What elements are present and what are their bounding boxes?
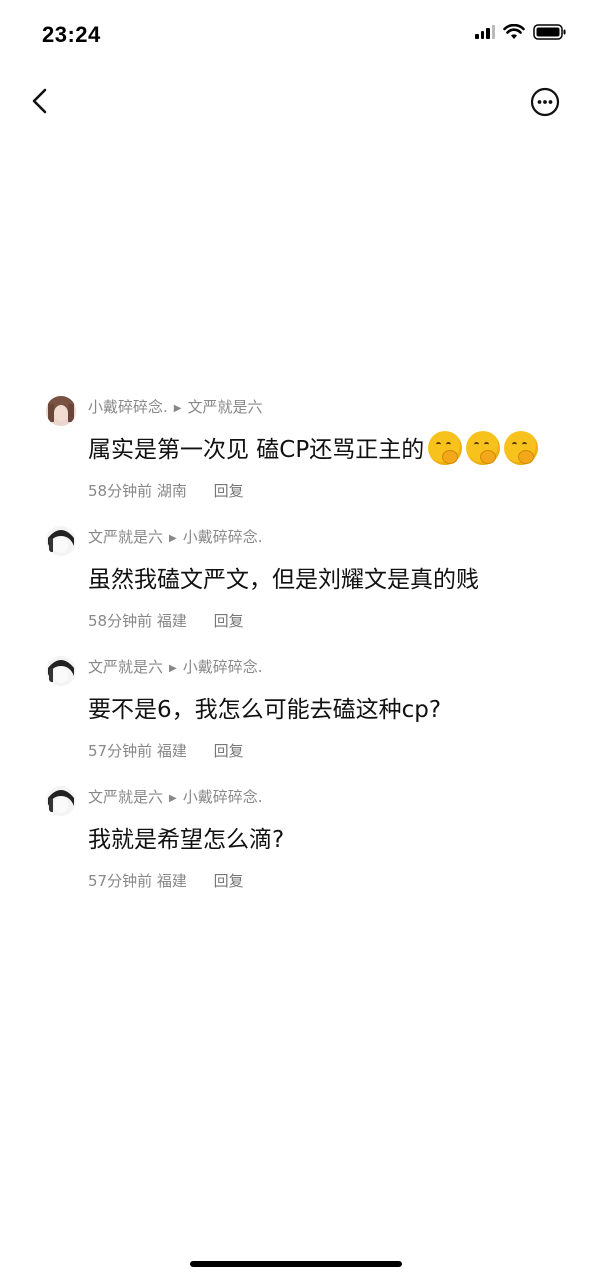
comment-footer: 58分钟前 福建 回复 — [88, 610, 244, 631]
status-bar: 23:24 — [0, 0, 591, 70]
comment-item: 文严就是六 ▶ 小戴碎碎念. 要不是6，我怎么可能去磕这种cp? 57分钟前 福建 … — [0, 652, 591, 782]
comment-meta: 文严就是六 ▶ 小戴碎碎念. — [88, 656, 263, 677]
comment-location: 福建 — [156, 872, 187, 890]
comment-location: 湖南 — [156, 482, 187, 500]
emoji-icon — [466, 430, 501, 465]
home-indicator[interactable] — [190, 1261, 402, 1267]
comment-location: 福建 — [156, 612, 187, 630]
comment-time: 57分钟前 — [88, 742, 153, 760]
comment-text: 虽然我磕文严文，但是刘耀文是真的贱 — [88, 567, 479, 593]
comment-item: 小戴碎碎念. ▶ 文严就是六 属实是第一次见 磕CP还骂正主的 58分钟前 湖南 回… — [0, 392, 591, 522]
emoji-icon — [504, 430, 539, 465]
reply-to-name[interactable]: 小戴碎碎念. — [183, 658, 263, 676]
comment-text: 我就是希望怎么滴? — [88, 827, 285, 853]
battery-icon — [533, 24, 566, 40]
comment-meta: 文严就是六 ▶ 小戴碎碎念. — [88, 526, 263, 547]
author-name[interactable]: 文严就是六 — [88, 528, 163, 546]
comment-list: 小戴碎碎念. ▶ 文严就是六 属实是第一次见 磕CP还骂正主的 58分钟前 湖南 回… — [0, 392, 591, 912]
reply-to-name[interactable]: 文严就是六 — [187, 398, 262, 416]
emoji-icon — [428, 430, 463, 465]
chevron-left-icon — [32, 88, 47, 114]
avatar[interactable] — [46, 786, 76, 816]
comment-meta: 小戴碎碎念. ▶ 文严就是六 — [88, 396, 263, 417]
comment-item: 文严就是六 ▶ 小戴碎碎念. 我就是希望怎么滴? 57分钟前 福建 回复 — [0, 782, 591, 912]
wifi-icon — [503, 24, 525, 39]
comment-footer: 58分钟前 湖南 回复 — [88, 480, 244, 501]
avatar[interactable] — [46, 656, 76, 686]
comment-body: 属实是第一次见 磕CP还骂正主的 — [88, 437, 425, 463]
comment-meta: 文严就是六 ▶ 小戴碎碎念. — [88, 786, 263, 807]
reply-button[interactable]: 回复 — [214, 482, 244, 500]
reply-to-name[interactable]: 小戴碎碎念. — [183, 788, 263, 806]
comment-footer: 57分钟前 福建 回复 — [88, 740, 244, 761]
nav-bar — [0, 80, 591, 124]
more-circle-icon — [530, 87, 560, 117]
reply-button[interactable]: 回复 — [214, 742, 244, 760]
comment-location: 福建 — [156, 742, 187, 760]
comment-time: 58分钟前 — [88, 612, 153, 630]
comment-footer: 57分钟前 福建 回复 — [88, 870, 244, 891]
reply-arrow-icon: ▶ — [169, 663, 177, 674]
status-icons — [475, 24, 567, 40]
status-time: 23:24 — [42, 22, 101, 47]
comment-item: 文严就是六 ▶ 小戴碎碎念. 虽然我磕文严文，但是刘耀文是真的贱 58分钟前 福建 … — [0, 522, 591, 652]
cellular-signal-icon — [475, 25, 495, 39]
reply-arrow-icon: ▶ — [173, 403, 182, 414]
reply-button[interactable]: 回复 — [214, 872, 244, 890]
author-name[interactable]: 文严就是六 — [88, 788, 163, 806]
comment-text: 属实是第一次见 磕CP还骂正主的 — [88, 430, 539, 468]
comment-time: 58分钟前 — [88, 482, 153, 500]
reply-to-name[interactable]: 小戴碎碎念. — [183, 528, 263, 546]
avatar[interactable] — [46, 526, 76, 556]
reply-arrow-icon: ▶ — [169, 533, 177, 544]
more-button[interactable] — [529, 86, 561, 118]
reply-arrow-icon: ▶ — [169, 793, 177, 804]
back-button[interactable] — [26, 86, 56, 116]
reply-button[interactable]: 回复 — [214, 612, 244, 630]
comment-time: 57分钟前 — [88, 872, 153, 890]
author-name[interactable]: 文严就是六 — [88, 658, 163, 676]
author-name[interactable]: 小戴碎碎念. — [88, 398, 168, 416]
comment-text: 要不是6，我怎么可能去磕这种cp? — [88, 697, 442, 723]
avatar[interactable] — [46, 396, 76, 426]
